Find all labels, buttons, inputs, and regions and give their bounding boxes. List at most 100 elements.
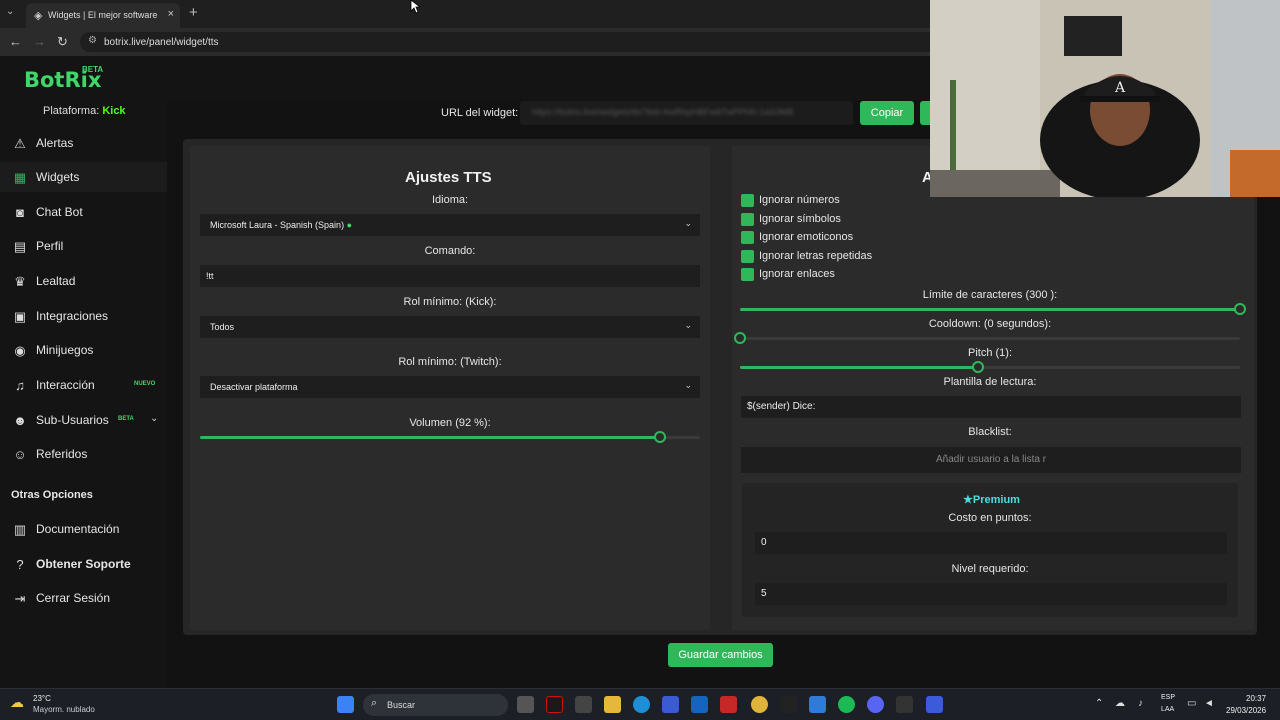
sidebar-item-alertas[interactable]: ⚠ Alertas	[0, 128, 167, 158]
comando-value: !tt	[206, 271, 214, 281]
costo-input[interactable]: 0	[755, 532, 1227, 554]
warning-icon: ⚠	[14, 136, 26, 151]
store-icon[interactable]	[662, 696, 679, 713]
sidebar-item-label: Sub-Usuarios	[36, 413, 109, 427]
clock-time[interactable]: 20:37	[1246, 694, 1266, 703]
app-icon[interactable]	[720, 696, 737, 713]
slider-thumb[interactable]	[1234, 303, 1246, 315]
close-icon[interactable]: ×	[168, 8, 174, 20]
checkbox-label: Ignorar números	[759, 194, 840, 206]
epic-games-icon[interactable]	[780, 696, 797, 713]
spotify-icon[interactable]	[838, 696, 855, 713]
rol-kick-label: Rol mínimo: (Kick):	[403, 296, 497, 308]
tab-title: Widgets | El mejor software para	[48, 10, 160, 20]
task-view-icon[interactable]	[517, 696, 534, 713]
idioma-value: Microsoft Laura - Spanish (Spain) ●	[210, 220, 353, 230]
rol-twitch-select[interactable]: Desactivar plataforma ⌄	[200, 376, 700, 398]
svg-text:A: A	[1114, 80, 1126, 96]
sidebar-item-interaccion[interactable]: ♫ Interacción NUEVO	[0, 370, 167, 400]
weather-temp[interactable]: 23°C	[33, 694, 51, 703]
platform-indicator: Plataforma: Kick	[43, 105, 126, 117]
save-button[interactable]: Guardar cambios	[668, 643, 773, 667]
chevron-down-icon[interactable]: ⌄	[150, 413, 158, 424]
sidebar-item-cerrar-sesion[interactable]: ⇥ Cerrar Sesión	[0, 583, 167, 613]
nivel-input[interactable]: 5	[755, 583, 1227, 605]
sidebar-item-label: Minijuegos	[36, 343, 94, 357]
reload-icon[interactable]: ↻	[57, 34, 68, 50]
volume-icon[interactable]: ◄	[1204, 698, 1214, 709]
costo-value: 0	[761, 537, 767, 548]
file-explorer-icon[interactable]	[604, 696, 621, 713]
chrome-icon[interactable]	[751, 696, 768, 713]
other-options-heading: Otras Opciones	[11, 489, 93, 501]
weather-desc[interactable]: Mayorm. nublado	[33, 705, 95, 714]
limite-slider[interactable]	[740, 303, 1246, 315]
idioma-label: Idioma:	[431, 194, 469, 206]
sidebar-item-chat-bot[interactable]: ◙ Chat Bot	[0, 197, 167, 227]
checkbox-ignorar-enlaces[interactable]	[741, 268, 754, 281]
windows-start-icon[interactable]	[337, 696, 354, 713]
forward-icon[interactable]: →	[33, 34, 46, 49]
sidebar-item-documentacion[interactable]: ▥ Documentación	[0, 514, 167, 544]
back-icon[interactable]: ←	[9, 34, 22, 49]
url-field[interactable]: ⚙ botrix.live/panel/widget/tts	[80, 32, 940, 52]
beta-badge: BETA	[82, 65, 104, 74]
slider-fill	[200, 436, 660, 439]
sidebar-item-perfil[interactable]: ▤ Perfil	[0, 231, 167, 261]
widget-url-field[interactable]: https://botrix.live/widgets/tts?bid=kwRb…	[520, 101, 853, 125]
plantilla-input[interactable]: $(sender) Dice:	[741, 396, 1241, 418]
comando-input[interactable]: !tt	[200, 265, 700, 287]
clock-date[interactable]: 29/03/2026	[1226, 706, 1266, 715]
sidebar-item-sub-usuarios[interactable]: ☻ Sub-Usuarios BETA ⌄	[0, 405, 167, 435]
sidebar-item-label: Chat Bot	[36, 205, 83, 219]
copy-button[interactable]: Copiar	[860, 101, 914, 125]
rol-kick-select[interactable]: Todos ⌄	[200, 316, 700, 338]
pitch-slider[interactable]	[740, 361, 1240, 373]
volumen-slider[interactable]	[200, 431, 700, 443]
cloud-icon[interactable]: ☁	[1115, 698, 1125, 709]
sidebar-item-label: Documentación	[36, 522, 120, 536]
slider-thumb[interactable]	[654, 431, 666, 443]
microphone-icon[interactable]: ♪	[1138, 698, 1143, 709]
trophy-icon: ♛	[14, 274, 26, 289]
app-icon[interactable]	[926, 696, 943, 713]
sidebar-item-obtener-soporte[interactable]: ? Obtener Soporte	[0, 549, 167, 579]
sidebar-item-lealtad[interactable]: ♛ Lealtad	[0, 266, 167, 296]
tray-chevron-icon[interactable]: ⌃	[1095, 698, 1103, 709]
language-indicator[interactable]: ESP	[1161, 694, 1175, 701]
outlook-icon[interactable]	[691, 696, 708, 713]
keyboard-layout[interactable]: LAA	[1161, 706, 1174, 713]
sidebar-item-widgets[interactable]: ▦ Widgets	[0, 162, 167, 192]
mouse-cursor-icon	[410, 0, 420, 14]
slider-thumb[interactable]	[971, 361, 984, 373]
new-tab-icon[interactable]: +	[189, 4, 198, 21]
site-info-icon[interactable]: ⚙	[88, 35, 97, 46]
discord-icon[interactable]	[867, 696, 884, 713]
browser-tab[interactable]: ◈ Widgets | El mejor software para ×	[26, 3, 180, 28]
cooldown-slider[interactable]	[734, 332, 1240, 344]
sidebar-item-minijuegos[interactable]: ◉ Minijuegos	[0, 335, 167, 365]
chevron-down-icon: ⌄	[684, 380, 692, 390]
checkbox-ignorar-letras-repetidas[interactable]	[741, 250, 754, 263]
app-icon[interactable]	[575, 696, 592, 713]
sidebar-item-integraciones[interactable]: ▣ Integraciones	[0, 301, 167, 331]
blacklist-input[interactable]: Añadir usuario a la lista r	[741, 447, 1241, 473]
checkbox-ignorar-numeros[interactable]	[741, 194, 754, 207]
tab-list-icon[interactable]: ⌄	[6, 6, 14, 17]
app-icon[interactable]	[896, 696, 913, 713]
secondary-button[interactable]	[920, 101, 930, 125]
idioma-select[interactable]: Microsoft Laura - Spanish (Spain) ● ⌄	[200, 214, 700, 236]
slider-thumb[interactable]	[734, 332, 746, 344]
netflix-icon[interactable]	[546, 696, 563, 713]
app-icon[interactable]	[809, 696, 826, 713]
checkbox-ignorar-emoticonos[interactable]	[741, 231, 754, 244]
grid-icon: ▦	[13, 170, 27, 185]
weather-icon[interactable]: ☁	[10, 694, 24, 711]
taskbar-search[interactable]: ⌕ Buscar	[363, 694, 508, 716]
monitor-icon[interactable]: ▭	[1187, 698, 1196, 709]
nivel-value: 5	[761, 588, 767, 599]
checkbox-ignorar-simbolos[interactable]	[741, 213, 754, 226]
platform-label: Plataforma:	[43, 105, 100, 117]
sidebar-item-referidos[interactable]: ☺ Referidos	[0, 439, 167, 469]
edge-icon[interactable]	[633, 696, 650, 713]
